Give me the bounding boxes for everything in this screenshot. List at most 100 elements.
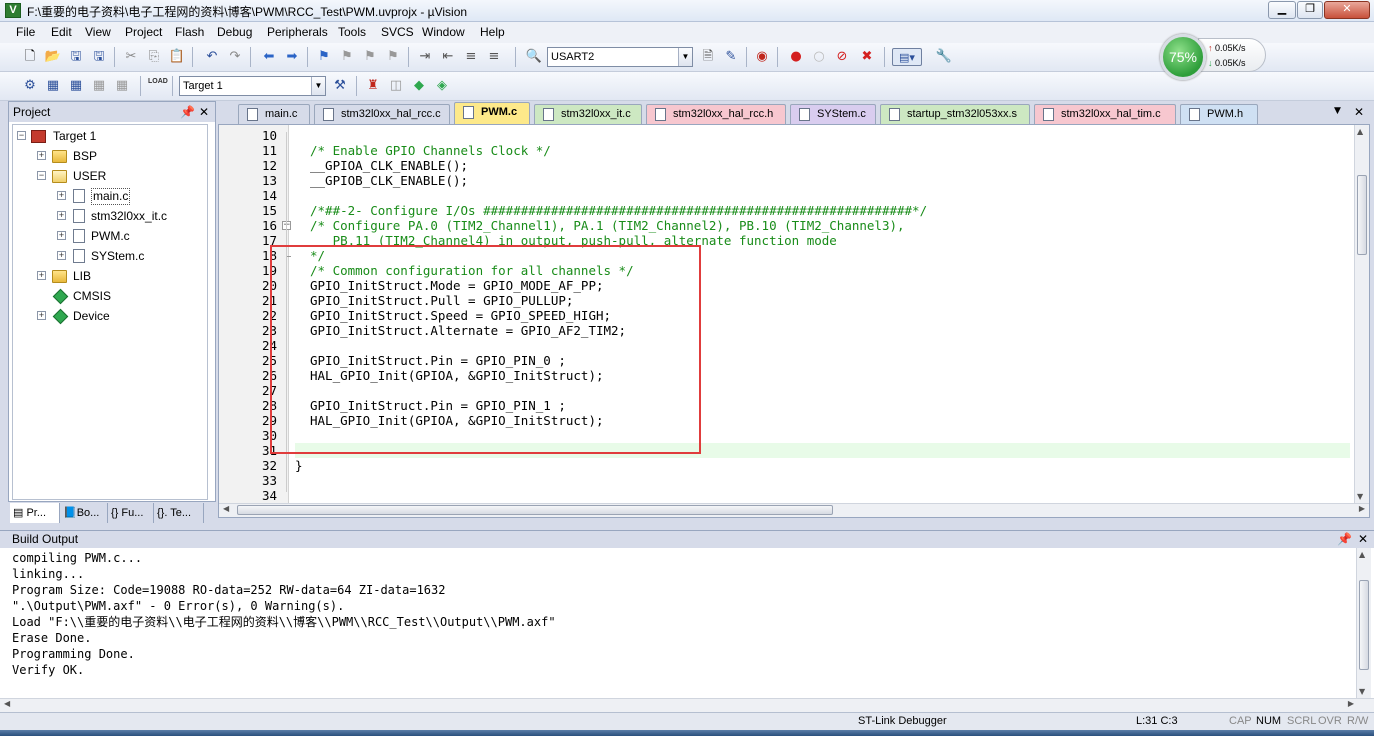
scroll-up-icon[interactable]: ▲: [1359, 550, 1365, 559]
copy-icon[interactable]: ⎘: [145, 48, 163, 66]
menu-file[interactable]: File: [16, 25, 35, 39]
disable-breakpoint-icon[interactable]: ○: [810, 48, 828, 66]
target-options-icon[interactable]: ⚒: [331, 77, 349, 95]
save-all-icon[interactable]: 🖫: [90, 48, 108, 66]
code-line[interactable]: }: [295, 458, 303, 473]
next-bookmark-icon[interactable]: ⚑: [361, 48, 379, 66]
tree-item-pwm-c[interactable]: + PWM.c: [13, 227, 203, 245]
scroll-right-icon[interactable]: ▶: [1348, 699, 1354, 708]
save-icon[interactable]: 🖫: [67, 48, 85, 66]
menu-svcs[interactable]: SVCS: [381, 25, 414, 39]
menu-flash[interactable]: Flash: [175, 25, 204, 39]
debug-session-icon[interactable]: ◉: [753, 48, 771, 66]
tab-books[interactable]: 📘Bo...: [60, 503, 108, 523]
tab-stm32l0xx-hal-rcc-c[interactable]: stm32l0xx_hal_rcc.c: [314, 104, 450, 124]
search-combo[interactable]: USART2 ▼: [547, 47, 693, 67]
code-line[interactable]: /*##-2- Configure I/Os #################…: [310, 203, 927, 218]
scroll-thumb[interactable]: [237, 505, 833, 515]
code-line[interactable]: /* Configure PA.0 (TIM2_Channel1), PA.1 …: [310, 218, 905, 233]
pin-icon[interactable]: 📌: [180, 102, 195, 122]
tab-pwm-h[interactable]: PWM.h: [1180, 104, 1258, 124]
tab-stm32l0xx-hal-rcc-h[interactable]: stm32l0xx_hal_rcc.h: [646, 104, 786, 124]
batch-build-icon[interactable]: ▦: [90, 77, 108, 95]
collapse-icon[interactable]: −: [37, 171, 46, 180]
tab-list-chevron-down-icon[interactable]: ▼: [1334, 106, 1341, 116]
editor-vertical-scrollbar[interactable]: ▲ ▼: [1354, 125, 1369, 503]
new-file-icon[interactable]: 🗋: [21, 48, 39, 66]
output-horizontal-scrollbar[interactable]: ◀ ▶: [0, 698, 1374, 712]
close-tab-icon[interactable]: ✕: [1354, 105, 1364, 119]
menu-tools[interactable]: Tools: [338, 25, 366, 39]
scroll-up-icon[interactable]: ▲: [1357, 127, 1363, 136]
configure-icon[interactable]: 🔧: [935, 48, 953, 66]
code-line[interactable]: __GPIOA_CLK_ENABLE();: [310, 158, 468, 173]
disable-all-breakpoints-icon[interactable]: ⊘: [833, 48, 851, 66]
indent-icon[interactable]: ⇥: [416, 48, 434, 66]
scroll-down-icon[interactable]: ▼: [1359, 687, 1365, 696]
breakpoint-icon[interactable]: ●: [787, 48, 805, 66]
open-file-icon[interactable]: 📂: [44, 48, 62, 66]
scroll-thumb[interactable]: [1359, 580, 1369, 670]
tree-item-target[interactable]: − Target 1: [13, 127, 203, 145]
uncomment-icon[interactable]: ≡: [485, 48, 503, 66]
expand-icon[interactable]: +: [57, 191, 66, 200]
undo-icon[interactable]: ↶: [203, 48, 221, 66]
incremental-find-icon[interactable]: ✎: [722, 48, 740, 66]
tree-item-bsp[interactable]: + BSP: [13, 147, 203, 165]
pin-icon[interactable]: 📌: [1337, 531, 1352, 548]
code-line[interactable]: __GPIOB_CLK_ENABLE();: [310, 173, 468, 188]
manage-run-time-environment-icon[interactable]: ◆: [410, 77, 428, 95]
expand-icon[interactable]: +: [57, 211, 66, 220]
tab-stm32l0xx-it-c[interactable]: stm32l0xx_it.c: [534, 104, 642, 124]
menu-peripherals[interactable]: Peripherals: [267, 25, 328, 39]
menu-debug[interactable]: Debug: [217, 25, 252, 39]
tab-templates[interactable]: {}. Te...: [154, 503, 204, 523]
pack-installer-icon[interactable]: ◈: [433, 77, 451, 95]
close-icon[interactable]: ✕: [199, 102, 209, 122]
cut-icon[interactable]: ✂: [122, 48, 140, 66]
tab-system-c[interactable]: SYStem.c: [790, 104, 876, 124]
menu-view[interactable]: View: [85, 25, 111, 39]
target-select[interactable]: Target 1 ▼: [179, 76, 326, 96]
tree-item-stm32l0xx-it-c[interactable]: + stm32l0xx_it.c: [13, 207, 203, 225]
editor-horizontal-scrollbar[interactable]: ◀ ▶: [219, 503, 1369, 517]
chevron-down-icon[interactable]: ▼: [678, 48, 692, 66]
comment-icon[interactable]: ≡: [462, 48, 480, 66]
manage-project-items-icon[interactable]: ♜: [364, 77, 382, 95]
unindent-icon[interactable]: ⇤: [439, 48, 457, 66]
tree-item-system-c[interactable]: + SYStem.c: [13, 247, 203, 265]
expand-icon[interactable]: +: [57, 231, 66, 240]
code-line[interactable]: /* Enable GPIO Channels Clock */: [310, 143, 551, 158]
tree-item-main-c[interactable]: + main.c: [13, 187, 203, 205]
tree-item-lib[interactable]: + LIB: [13, 267, 203, 285]
tab-project[interactable]: ▤ Pr...: [10, 503, 60, 523]
menu-help[interactable]: Help: [480, 25, 505, 39]
menu-project[interactable]: Project: [125, 25, 162, 39]
find-in-files-icon[interactable]: 🔍: [525, 48, 543, 66]
navigate-forward-icon[interactable]: ➡: [283, 48, 301, 66]
select-packs-icon[interactable]: ◫: [387, 77, 405, 95]
tab-main-c[interactable]: main.c: [238, 104, 310, 124]
menu-window[interactable]: Window: [422, 25, 465, 39]
expand-icon[interactable]: +: [57, 251, 66, 260]
menu-edit[interactable]: Edit: [51, 25, 72, 39]
navigate-back-icon[interactable]: ⬅: [260, 48, 278, 66]
tree-item-device[interactable]: + Device: [13, 307, 203, 325]
scroll-thumb[interactable]: [1357, 175, 1367, 255]
build-icon[interactable]: ▦: [44, 77, 62, 95]
rebuild-icon[interactable]: ▦: [67, 77, 85, 95]
find-icon[interactable]: 🗎: [699, 48, 717, 66]
maximize-button[interactable]: ❐: [1297, 1, 1323, 19]
tree-item-user[interactable]: − USER: [13, 167, 203, 185]
window-layout-icon[interactable]: ▤▾: [892, 48, 922, 66]
clear-bookmarks-icon[interactable]: ⚑: [384, 48, 402, 66]
load-download-icon[interactable]: LOAD: [148, 77, 168, 95]
tab-startup-s[interactable]: startup_stm32l053xx.s: [880, 104, 1030, 124]
chevron-down-icon[interactable]: ▼: [311, 77, 325, 95]
output-vertical-scrollbar[interactable]: ▲ ▼: [1356, 548, 1371, 698]
paste-icon[interactable]: 📋: [168, 48, 186, 66]
scroll-left-icon[interactable]: ◀: [4, 699, 10, 708]
tab-stm32l0xx-hal-tim-c[interactable]: stm32l0xx_hal_tim.c: [1034, 104, 1176, 124]
scroll-left-icon[interactable]: ◀: [223, 504, 229, 513]
expand-icon[interactable]: +: [37, 271, 46, 280]
